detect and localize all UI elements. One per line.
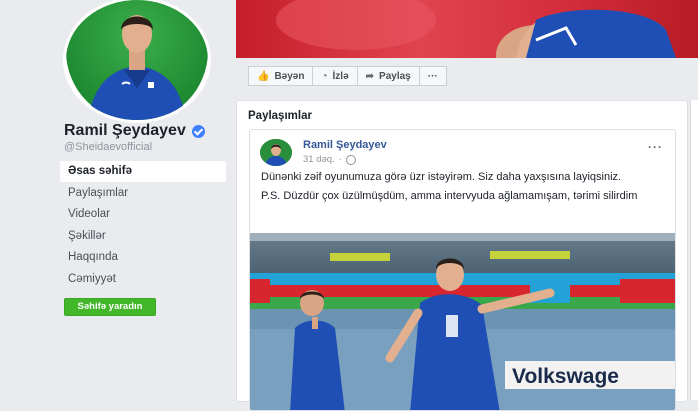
thumbs-up-icon: 👍: [257, 70, 270, 82]
posts-section-title[interactable]: Paylaşımlar: [248, 110, 312, 122]
nav-item-photos[interactable]: Şəkillər: [60, 226, 226, 247]
more-actions-label: ···: [427, 70, 438, 82]
rss-icon: ◔: [321, 70, 328, 82]
post-options-button[interactable]: ···: [648, 140, 663, 154]
nav-item-posts[interactable]: Paylaşımlar: [60, 183, 226, 204]
post-meta: 31 dəq. ·: [303, 154, 356, 165]
like-label: Bəyən: [274, 70, 305, 82]
nav-item-home[interactable]: Əsas səhifə: [60, 161, 226, 182]
cover-photo[interactable]: [236, 0, 698, 58]
follow-button[interactable]: ◔ İzlə: [312, 66, 358, 86]
verified-badge-icon: [191, 124, 205, 138]
post-photo[interactable]: Volkswage: [250, 233, 675, 410]
share-button[interactable]: ➦ Paylaş: [356, 66, 420, 86]
share-arrow-icon: ➦: [365, 70, 375, 82]
page-handle[interactable]: @Sheidaevofficial: [64, 141, 152, 153]
post-card: Ramil Şeydayev 31 dəq. · ··· Dünənki zəi…: [249, 129, 676, 411]
cover-image: [276, 0, 676, 58]
page-nav: Əsas səhifə Paylaşımlar Videolar Şəkillə…: [60, 161, 226, 290]
post-text-line: P.S. Düzdür çox üzülmüşdüm, amma intervy…: [261, 189, 638, 202]
ad-board-text: Volkswage: [512, 365, 619, 388]
share-label: Paylaş: [379, 70, 411, 82]
follow-label: İzlə: [332, 70, 349, 82]
nav-item-community[interactable]: Cəmiyyət: [60, 269, 226, 290]
post-text-line: Dünənki zəif oyunumuza görə üzr istəyirə…: [261, 171, 622, 183]
like-button[interactable]: 👍 Bəyən: [248, 66, 314, 86]
create-page-button[interactable]: Səhifə yaradın: [64, 298, 156, 316]
nav-item-videos[interactable]: Videolar: [60, 204, 226, 225]
post-author-name[interactable]: Ramil Şeydayev: [303, 139, 387, 151]
page-name-text[interactable]: Ramil Şeydayev: [64, 122, 186, 140]
globe-icon[interactable]: [345, 154, 356, 165]
left-sidebar: Ramil Şeydayev @Sheidaevofficial Əsas sə…: [0, 0, 236, 400]
page-name[interactable]: Ramil Şeydayev: [64, 122, 205, 140]
post-avatar-image: [260, 139, 292, 166]
post-text: Dünənki zəif oyunumuza görə üzr istəyirə…: [261, 171, 666, 208]
post-author-avatar[interactable]: [260, 139, 292, 166]
more-actions-button[interactable]: ···: [418, 66, 447, 86]
right-column-edge: [690, 100, 698, 400]
meta-separator: ·: [338, 154, 342, 165]
page-actions-bar: 👍 Bəyən ◔ İzlə ➦ Paylaş ···: [248, 66, 447, 86]
posts-section: Paylaşımlar Ramil Şeydayev 31 dəq. · ···…: [236, 100, 688, 411]
profile-avatar[interactable]: [66, 0, 208, 120]
avatar-person-image: [88, 15, 186, 120]
post-photo-image: Volkswage: [250, 233, 675, 410]
nav-item-about[interactable]: Haqqında: [60, 247, 226, 268]
post-timestamp[interactable]: 31 dəq.: [303, 154, 335, 165]
